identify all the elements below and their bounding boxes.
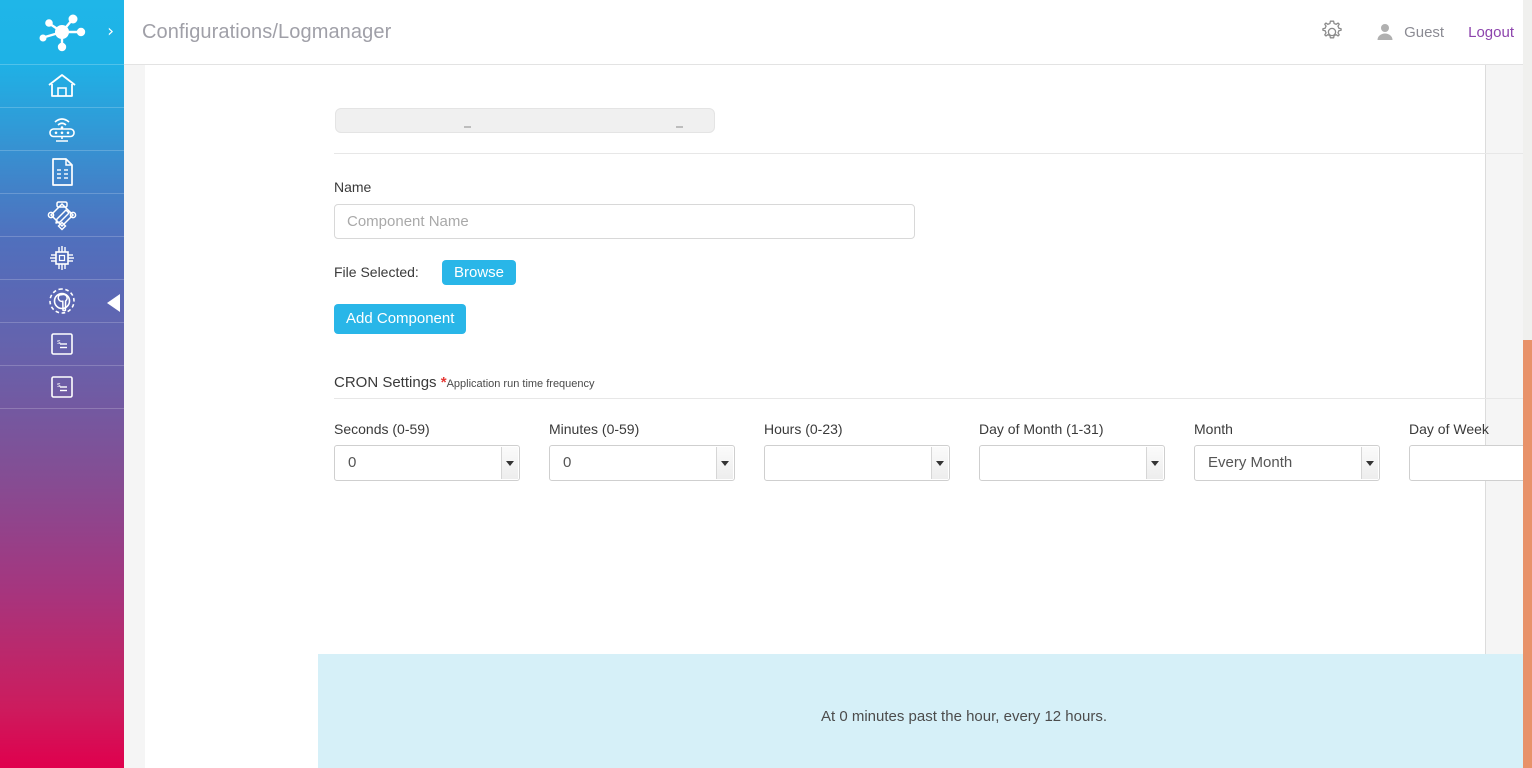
cron-heading-text: CRON Settings — [334, 374, 437, 391]
gear-wrench-icon — [49, 288, 75, 314]
sidebar-logo[interactable]: › — [0, 0, 124, 65]
content-card: Name File Selected: Browse Add Component… — [145, 65, 1532, 768]
cron-settings-heading: CRON Settings *Application run time freq… — [334, 374, 595, 391]
cron-hours-select[interactable] — [764, 445, 950, 481]
cron-field-hours: Hours (0-23) — [764, 421, 950, 481]
application-window: › s s Configurations/Logmanager Guest Lo… — [0, 0, 1532, 768]
page-title: Configurations/Logmanager — [142, 20, 392, 43]
file-selected-label: File Selected: — [334, 264, 419, 280]
cron-field-seconds: Seconds (0-59) 0 — [334, 421, 520, 481]
cron-field-day-of-month: Day of Month (1-31) — [979, 421, 1165, 481]
sidebar-item-gateway[interactable] — [0, 108, 124, 151]
cron-day-of-month-select[interactable] — [979, 445, 1165, 481]
gear-icon[interactable] — [1319, 19, 1345, 45]
logout-link[interactable]: Logout — [1468, 24, 1514, 41]
sidebar-item-configurations[interactable] — [0, 280, 124, 323]
cron-summary-text: At 0 minutes past the hour, every 12 hou… — [821, 708, 1107, 725]
cron-label-seconds: Seconds (0-59) — [334, 421, 430, 437]
cron-month-value: Every Month — [1208, 454, 1293, 471]
sidebar-item-devices[interactable] — [0, 237, 124, 280]
sidebar-item-home[interactable] — [0, 65, 124, 108]
svg-text:s: s — [57, 381, 61, 389]
chevron-down-icon[interactable] — [1146, 447, 1163, 479]
browse-button[interactable]: Browse — [442, 260, 517, 285]
cron-day-of-week-select[interactable] — [1409, 445, 1532, 481]
cron-label-hours: Hours (0-23) — [764, 421, 843, 437]
cron-field-day-of-week: Day of Week — [1409, 421, 1532, 481]
header-actions: Guest Logout — [1319, 19, 1514, 45]
section-divider-cron — [334, 398, 1532, 399]
chevron-down-icon[interactable] — [716, 447, 733, 479]
cron-seconds-value: 0 — [348, 454, 357, 471]
cron-label-minutes: Minutes (0-59) — [549, 421, 640, 437]
network-hub-logo-icon — [39, 14, 86, 52]
section-divider-top — [334, 153, 1532, 154]
cron-heading-subtext: Application run time frequency — [446, 378, 595, 390]
sidebar-item-logs[interactable]: s — [0, 366, 124, 409]
partially-visible-panel[interactable] — [335, 108, 715, 133]
username-label: Guest — [1404, 23, 1445, 41]
terminal-script-icon-2: s — [51, 376, 73, 398]
page-scrollbar-thumb[interactable] — [1523, 340, 1532, 768]
cron-label-day-of-week: Day of Week — [1409, 421, 1489, 437]
name-label: Name — [334, 179, 372, 195]
cron-field-minutes: Minutes (0-59) 0 — [549, 421, 735, 481]
cron-minutes-select[interactable]: 0 — [549, 445, 735, 481]
cron-minutes-value: 0 — [563, 454, 572, 471]
user-avatar-icon — [1375, 22, 1395, 42]
top-header: Configurations/Logmanager Guest Logout — [124, 0, 1532, 65]
component-name-input[interactable] — [334, 204, 915, 239]
chevron-down-icon[interactable] — [1361, 447, 1378, 479]
sidebar-expand-chevron-icon[interactable]: › — [107, 23, 114, 41]
add-component-button[interactable]: Add Component — [334, 304, 467, 334]
cron-label-day-of-month: Day of Month (1-31) — [979, 421, 1104, 437]
cron-field-month: Month Every Month — [1194, 421, 1380, 481]
cron-month-select[interactable]: Every Month — [1194, 445, 1380, 481]
terminal-script-icon: s — [51, 333, 73, 355]
chip-processor-icon — [50, 246, 74, 270]
cron-summary-banner: At 0 minutes past the hour, every 12 hou… — [318, 654, 1532, 768]
svg-text:s: s — [57, 338, 61, 346]
chevron-down-icon[interactable] — [501, 447, 518, 479]
chevron-down-icon[interactable] — [931, 447, 948, 479]
main-sidebar: › s s — [0, 0, 124, 768]
home-icon — [48, 74, 76, 97]
sidebar-item-scripts[interactable]: s — [0, 323, 124, 366]
cron-label-month: Month — [1194, 421, 1233, 437]
document-report-icon — [52, 158, 73, 186]
sidebar-collapse-toggle[interactable] — [107, 294, 120, 312]
gateway-router-icon — [49, 118, 75, 142]
sidebar-item-designer[interactable] — [0, 194, 124, 237]
sidebar-item-reports[interactable] — [0, 151, 124, 194]
circuit-edit-icon — [47, 201, 77, 231]
cron-seconds-select[interactable]: 0 — [334, 445, 520, 481]
